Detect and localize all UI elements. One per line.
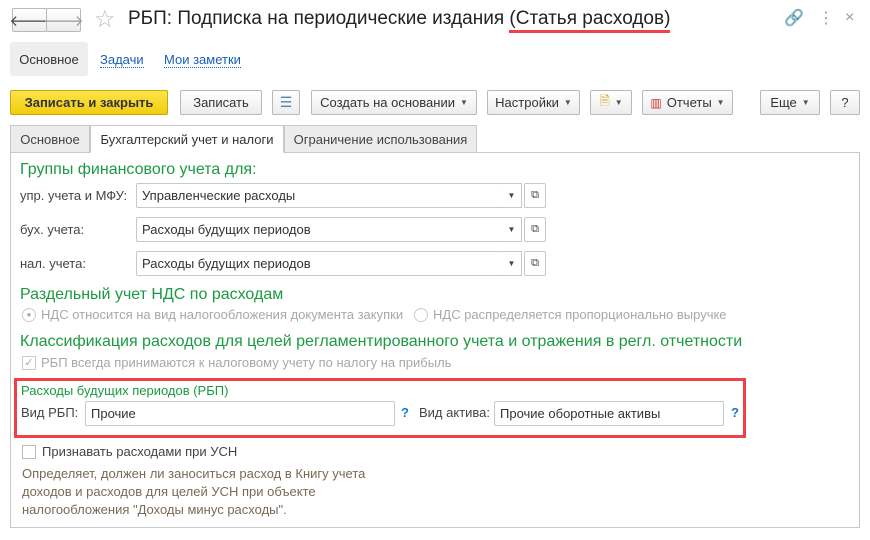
tax-field[interactable]: Расходы будущих периодов bbox=[136, 251, 503, 276]
checkbox-icon bbox=[22, 444, 36, 459]
save-close-button[interactable]: Записать и закрыть bbox=[10, 90, 168, 115]
more-vert-icon[interactable]: ⋮ bbox=[818, 8, 834, 28]
vat-option-2-label: НДС распределяется пропорционально выруч… bbox=[433, 307, 727, 322]
vat-option-1[interactable]: ● НДС относится на вид налогообложения до… bbox=[22, 307, 403, 322]
help-icon[interactable]: ? bbox=[731, 405, 739, 420]
accounting-field[interactable]: Расходы будущих периодов bbox=[136, 217, 503, 242]
desc-line: налогообложения "Доходы минус расходы". bbox=[22, 502, 287, 517]
mgmt-label: упр. учета и МФУ: bbox=[20, 188, 128, 203]
mgmt-field[interactable]: Управленческие расходы bbox=[136, 183, 503, 208]
dropdown-arrow-icon[interactable]: ▼ bbox=[502, 217, 522, 242]
tax-label: нал. учета: bbox=[20, 256, 86, 271]
window-title: РБП: Подписка на периодические издания (… bbox=[128, 8, 671, 33]
usn-description: Определяет, должен ли заноситься расход … bbox=[22, 465, 365, 519]
profit-tax-label: РБП всегда принимаются к налоговому учет… bbox=[41, 355, 452, 370]
document-actions-button[interactable]: 🗎 ▼ bbox=[590, 90, 632, 115]
help-icon[interactable]: ? bbox=[401, 405, 409, 420]
create-based-label: Создать на основании bbox=[320, 95, 455, 110]
dropdown-arrow-icon: ▼ bbox=[716, 98, 725, 107]
groups-title: Группы финансового учета для: bbox=[20, 161, 257, 178]
radio-icon bbox=[414, 307, 428, 322]
link-icon[interactable]: 🔗 bbox=[784, 8, 804, 28]
create-based-button[interactable]: Создать на основании ▼ bbox=[311, 90, 477, 115]
rbp-kind-label: Вид РБП: bbox=[21, 405, 79, 420]
open-icon[interactable]: ⧉ bbox=[524, 183, 546, 208]
desc-line: Определяет, должен ли заноситься расход … bbox=[22, 466, 366, 481]
usn-label: Признавать расходами при УСН bbox=[42, 444, 238, 459]
dropdown-arrow-icon: ▼ bbox=[614, 98, 623, 107]
nav-notes-link[interactable]: Мои заметки bbox=[164, 52, 241, 68]
report-icon: ▥ bbox=[650, 95, 662, 110]
asset-kind-label: Вид актива: bbox=[419, 405, 491, 420]
dropdown-arrow-icon: ▼ bbox=[801, 98, 810, 107]
checkbox-checked-icon: ✓ bbox=[22, 355, 36, 370]
settings-label: Настройки bbox=[495, 95, 559, 110]
more-label: Еще bbox=[770, 95, 797, 110]
list-button[interactable]: ☰ bbox=[272, 90, 300, 115]
forward-button[interactable]: 🡒 bbox=[43, 8, 84, 32]
nav-tasks-link[interactable]: Задачи bbox=[100, 52, 144, 68]
nav-main-label: Основное bbox=[19, 51, 79, 67]
list-icon: ☰ bbox=[279, 94, 293, 110]
dropdown-arrow-icon[interactable]: ▼ bbox=[502, 183, 522, 208]
accounting-label: бух. учета: bbox=[20, 222, 85, 237]
document-clock-icon: 🗎 bbox=[599, 92, 610, 108]
dropdown-arrow-icon: ▼ bbox=[563, 98, 572, 107]
asset-kind-field[interactable]: Прочие оборотные активы bbox=[494, 401, 724, 426]
back-button[interactable]: 🡐 bbox=[9, 8, 50, 32]
help-button[interactable]: ? bbox=[830, 90, 860, 115]
arrow-right-icon: 🡒 bbox=[43, 12, 84, 30]
rbp-kind-field[interactable]: Прочие bbox=[85, 401, 395, 426]
profit-tax-checkbox[interactable]: ✓ РБП всегда принимаются к налоговому уче… bbox=[22, 355, 451, 370]
tab-main[interactable]: Основное bbox=[10, 125, 90, 153]
save-button[interactable]: Записать bbox=[180, 90, 262, 115]
reports-button[interactable]: ▥ Отчеты ▼ bbox=[642, 90, 733, 115]
dropdown-arrow-icon[interactable]: ▼ bbox=[502, 251, 522, 276]
vat-option-2[interactable]: НДС распределяется пропорционально выруч… bbox=[414, 307, 727, 322]
vat-option-1-label: НДС относится на вид налогообложения док… bbox=[41, 307, 404, 322]
open-icon[interactable]: ⧉ bbox=[524, 217, 546, 242]
vat-title: Раздельный учет НДС по расходам bbox=[20, 286, 284, 303]
rbp-title: Расходы будущих периодов (РБП) bbox=[21, 383, 229, 398]
desc-line: доходов и расходов для целей УСН при объ… bbox=[22, 484, 316, 499]
dropdown-arrow-icon: ▼ bbox=[459, 98, 468, 107]
close-icon[interactable]: × bbox=[845, 9, 854, 27]
more-button[interactable]: Еще ▼ bbox=[760, 90, 820, 115]
open-icon[interactable]: ⧉ bbox=[524, 251, 546, 276]
tab-restrictions[interactable]: Ограничение использования bbox=[284, 125, 477, 153]
radio-selected-icon: ● bbox=[22, 307, 36, 322]
reports-label: Отчеты bbox=[666, 95, 712, 110]
star-icon[interactable]: ☆ bbox=[94, 5, 116, 34]
tab-accounting[interactable]: Бухгалтерский учет и налоги bbox=[90, 125, 284, 153]
classification-title: Классификация расходов для целей регламе… bbox=[20, 333, 743, 350]
nav-main[interactable]: Основное bbox=[10, 42, 88, 76]
usn-checkbox[interactable]: Признавать расходами при УСН bbox=[22, 444, 237, 459]
settings-button[interactable]: Настройки ▼ bbox=[487, 90, 580, 115]
